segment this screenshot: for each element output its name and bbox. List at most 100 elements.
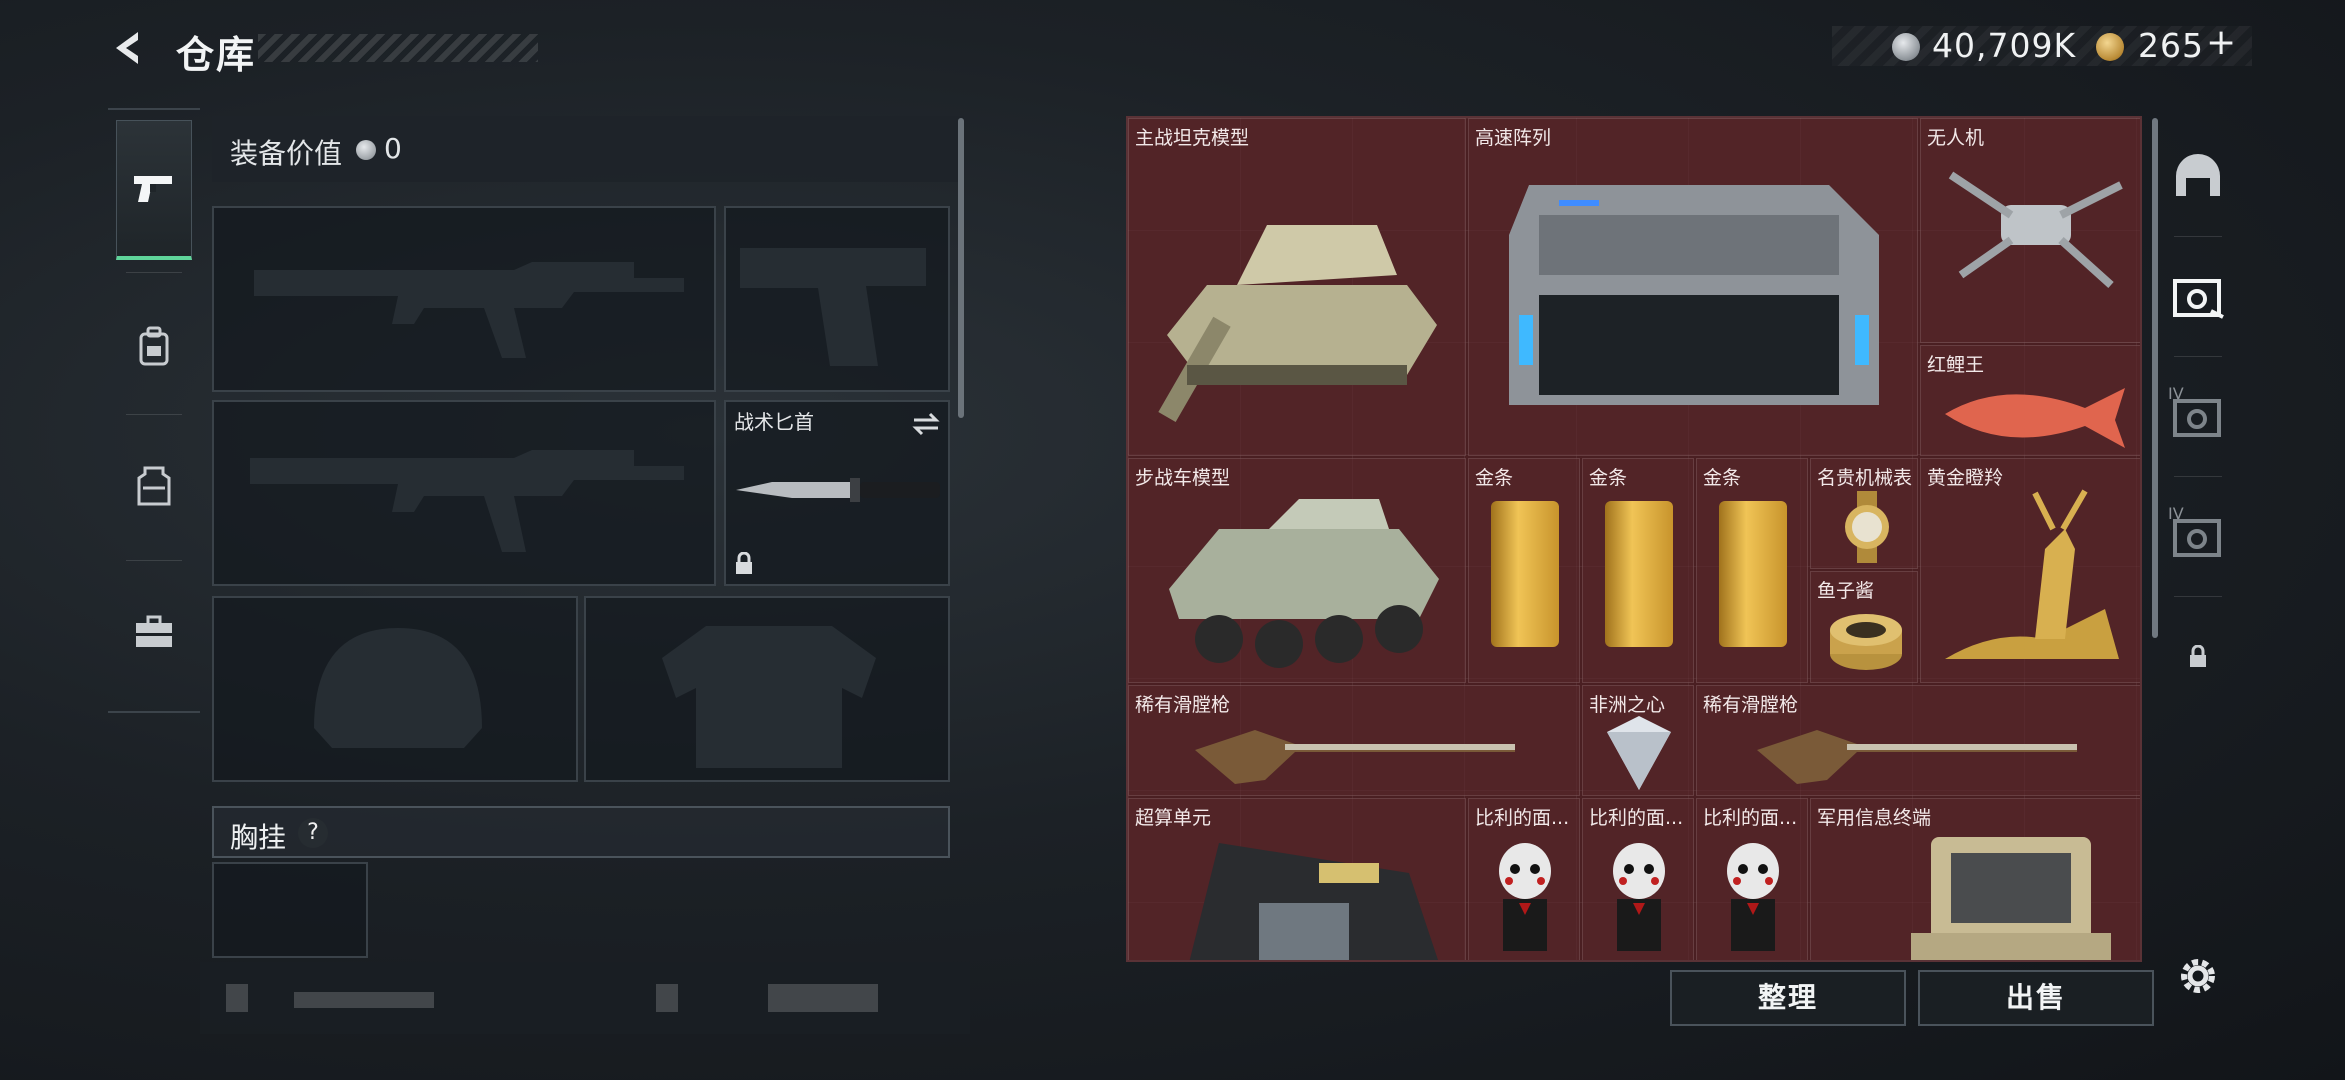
equipment-value-label: 装备价值 bbox=[230, 137, 343, 170]
primary-weapon-slot[interactable] bbox=[212, 206, 716, 392]
storage-item[interactable]: 红鲤王 bbox=[1920, 345, 2140, 456]
storage-item[interactable]: 稀有滑膛枪 bbox=[1696, 685, 2140, 796]
backpack-icon bbox=[139, 326, 169, 366]
melee-slot[interactable]: 战术匕首 bbox=[724, 400, 950, 586]
tab-weapons[interactable] bbox=[116, 120, 192, 260]
melee-slot-label: 战术匕首 bbox=[734, 410, 814, 434]
help-icon[interactable]: ? bbox=[298, 818, 328, 848]
gold-currency-amount: 265 bbox=[2138, 26, 2204, 65]
rifle-silhouette-icon bbox=[254, 262, 684, 358]
lock-icon bbox=[2190, 645, 2206, 667]
item-name: 金条 bbox=[1475, 467, 1514, 489]
helmet-silhouette-icon bbox=[314, 628, 482, 748]
title-decoration bbox=[258, 34, 538, 62]
storage-item[interactable]: 比利的面... bbox=[1468, 798, 1580, 960]
server-array-icon bbox=[1509, 185, 1879, 405]
silver-currency-amount: 40,709K bbox=[1932, 26, 2077, 65]
storage-item[interactable]: 超算单元 bbox=[1128, 798, 1466, 960]
tank-model-icon bbox=[1158, 225, 1437, 422]
item-name: 比利的面... bbox=[1589, 807, 1684, 829]
footer-strip bbox=[200, 962, 970, 1034]
storage-item[interactable]: 金条 bbox=[1582, 458, 1694, 683]
billy-puppet-icon bbox=[1613, 843, 1665, 951]
tab-storage-4[interactable]: IV bbox=[2162, 480, 2234, 590]
tier-label: IV bbox=[2168, 504, 2184, 523]
sell-button[interactable]: 出售 bbox=[1918, 970, 2154, 1026]
musket-icon bbox=[1757, 730, 2077, 784]
musket-icon bbox=[1195, 730, 1515, 784]
case-icon bbox=[2173, 279, 2224, 319]
storage-item[interactable]: 黄金瞪羚 bbox=[1920, 458, 2140, 683]
armor-silhouette-icon bbox=[662, 626, 876, 768]
tab-storage-2[interactable] bbox=[2162, 240, 2234, 350]
ifv-model-icon bbox=[1169, 499, 1439, 668]
storage-item[interactable]: 鱼子酱 bbox=[1810, 571, 1918, 683]
storage-item[interactable]: 稀有滑膛枪 bbox=[1128, 685, 1580, 796]
item-name: 黄金瞪羚 bbox=[1927, 467, 2004, 489]
billy-puppet-icon bbox=[1499, 843, 1551, 951]
gear-icon[interactable] bbox=[2176, 954, 2220, 998]
toolbox-icon bbox=[136, 615, 172, 647]
armor-slot[interactable] bbox=[584, 596, 950, 782]
military-terminal-icon bbox=[1911, 837, 2111, 960]
item-name: 步战车模型 bbox=[1135, 467, 1231, 489]
item-name: 名贵机械表 bbox=[1817, 467, 1913, 489]
supercomputer-unit-icon bbox=[1189, 843, 1438, 960]
storage-item[interactable]: 金条 bbox=[1468, 458, 1580, 683]
storage-item[interactable]: 比利的面... bbox=[1582, 798, 1694, 960]
storage-item[interactable]: 名贵机械表 bbox=[1810, 458, 1918, 569]
chest-rig-header: 胸挂 ? bbox=[212, 806, 950, 858]
helmet-icon bbox=[2176, 154, 2220, 196]
storage-tabs: IV IV bbox=[2162, 116, 2234, 736]
tab-storage-1[interactable] bbox=[2162, 120, 2234, 230]
item-name: 金条 bbox=[1589, 467, 1628, 489]
gold-bar-icon bbox=[1719, 501, 1787, 647]
storage-grid: 主战坦克模型 高速阵列 无人机 红鲤王 步战车模型 金条 金条 金条 名贵机械表… bbox=[1126, 116, 2142, 962]
storage-item[interactable]: 比利的面... bbox=[1696, 798, 1808, 960]
item-name: 金条 bbox=[1703, 467, 1742, 489]
storage-item[interactable]: 军用信息终端 bbox=[1810, 798, 2140, 960]
tab-backpack[interactable] bbox=[116, 276, 192, 416]
item-name: 无人机 bbox=[1927, 127, 1985, 149]
gold-bar-icon bbox=[1605, 501, 1673, 647]
category-sidebar bbox=[108, 108, 200, 713]
chest-rig-label: 胸挂 bbox=[230, 821, 287, 854]
diamond-icon bbox=[1607, 716, 1671, 790]
storage-item[interactable]: 非洲之心 bbox=[1582, 685, 1694, 796]
tab-vest[interactable] bbox=[116, 416, 192, 556]
equipment-scrollbar[interactable] bbox=[958, 118, 964, 418]
tab-storage-locked[interactable] bbox=[2162, 602, 2234, 712]
swap-icon[interactable] bbox=[910, 410, 942, 438]
sort-button[interactable]: 整理 bbox=[1670, 970, 1906, 1026]
silver-coin-icon bbox=[1892, 33, 1920, 61]
storage-item[interactable]: 无人机 bbox=[1920, 118, 2140, 343]
tier-label: IV bbox=[2168, 384, 2184, 403]
tab-toolbox[interactable] bbox=[116, 562, 192, 702]
gold-coin-icon bbox=[2096, 33, 2124, 61]
item-name: 军用信息终端 bbox=[1817, 807, 1932, 829]
luxury-watch-icon bbox=[1845, 491, 1889, 563]
storage-item[interactable]: 高速阵列 bbox=[1468, 118, 1918, 456]
pistol-silhouette-icon bbox=[740, 248, 926, 366]
back-arrow-icon[interactable] bbox=[108, 28, 148, 68]
storage-scrollbar[interactable] bbox=[2152, 118, 2158, 638]
knife-icon bbox=[736, 478, 940, 502]
add-currency-button[interactable]: + bbox=[2206, 22, 2237, 63]
lock-icon bbox=[736, 552, 752, 574]
helmet-slot[interactable] bbox=[212, 596, 578, 782]
chest-rig-slot[interactable] bbox=[212, 862, 368, 958]
storage-item[interactable]: 步战车模型 bbox=[1128, 458, 1466, 683]
item-name: 比利的面... bbox=[1703, 807, 1798, 829]
billy-puppet-icon bbox=[1727, 843, 1779, 951]
drone-icon bbox=[1948, 171, 2123, 288]
storage-item[interactable]: 主战坦克模型 bbox=[1128, 118, 1466, 456]
tab-storage-3[interactable]: IV bbox=[2162, 360, 2234, 470]
equipment-value: 0 bbox=[384, 132, 402, 165]
sidearm-slot[interactable] bbox=[724, 206, 950, 392]
pistol-icon bbox=[134, 175, 172, 202]
page-title: 仓库 bbox=[176, 33, 257, 77]
item-name: 高速阵列 bbox=[1475, 127, 1552, 149]
golden-gazelle-icon bbox=[1945, 489, 2119, 659]
storage-item[interactable]: 金条 bbox=[1696, 458, 1808, 683]
secondary-weapon-slot[interactable] bbox=[212, 400, 716, 586]
